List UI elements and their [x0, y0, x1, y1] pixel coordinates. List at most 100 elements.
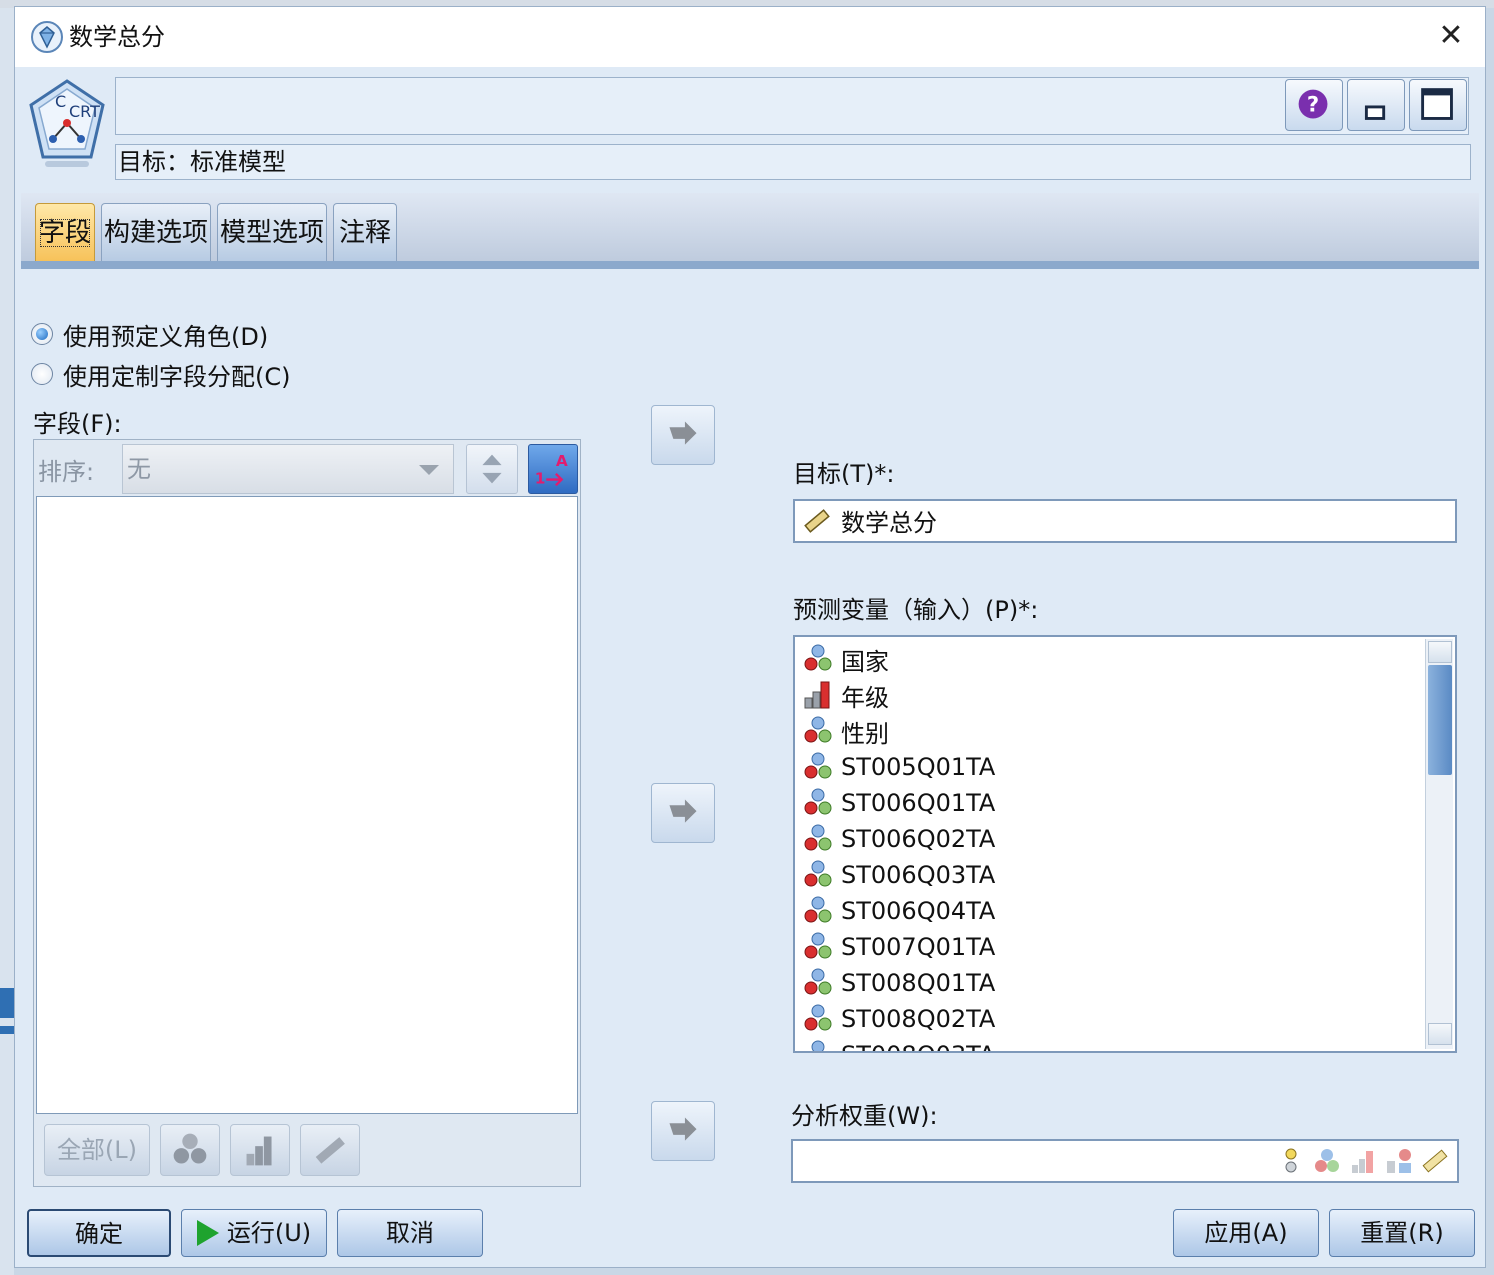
- predictor-name: 年级: [841, 683, 889, 712]
- move-arrow-icon: [669, 421, 697, 445]
- predictors-list[interactable]: 国家年级 性别 ST005Q01TA ST006Q01TA ST006Q02TA ST00…: [793, 635, 1457, 1053]
- tab-underline: [21, 261, 1479, 269]
- continuous-ruler-icon: [804, 509, 830, 533]
- radio-button[interactable]: [31, 363, 53, 385]
- nominal-icon: [173, 1133, 207, 1164]
- list-item[interactable]: ST005Q01TA: [801, 749, 995, 785]
- tab-fields[interactable]: 字段: [35, 203, 95, 261]
- svg-text:C: C: [55, 92, 66, 111]
- move-to-predictors-button[interactable]: [651, 783, 715, 843]
- tab-label: 字段: [38, 218, 91, 248]
- nominal-icon: [804, 1004, 832, 1031]
- nominal-icon: [1315, 1149, 1339, 1172]
- ordinal-icon: [1352, 1151, 1373, 1173]
- radio-label: 使用定制字段分配(C): [63, 362, 291, 391]
- sort-select[interactable]: 无: [122, 444, 454, 494]
- move-arrow-icon: [669, 1117, 697, 1141]
- up-down-arrows-icon: [482, 454, 502, 484]
- move-arrow-icon: [669, 799, 697, 823]
- list-item[interactable]: ST008Q02TA: [801, 1001, 995, 1037]
- svg-text:1: 1: [535, 469, 546, 487]
- list-item[interactable]: ST008Q03TA: [801, 1037, 995, 1051]
- fields-label: 字段(F):: [33, 410, 122, 438]
- list-item[interactable]: ST006Q01TA: [801, 785, 995, 821]
- list-item[interactable]: ST006Q04TA: [801, 893, 995, 929]
- node-name-field[interactable]: [115, 77, 1469, 135]
- predictor-name: ST006Q01TA: [841, 789, 996, 817]
- filter-all-button[interactable]: 全部(L): [44, 1124, 150, 1176]
- scroll-up-icon[interactable]: [1428, 641, 1452, 663]
- continuous-icon: [1422, 1149, 1448, 1173]
- sort-alphabetic-button[interactable]: A 1: [528, 444, 578, 494]
- desktop-edge: [0, 8, 14, 1275]
- nominal-icon: [804, 932, 832, 959]
- sort-direction-button[interactable]: [466, 444, 518, 494]
- predictor-name: ST008Q03TA: [841, 1041, 995, 1051]
- fields-list[interactable]: [36, 496, 578, 1114]
- model-target-line: 目标：标准模型: [115, 144, 1471, 180]
- tab-annotations[interactable]: 注释: [333, 203, 397, 261]
- tab-model-options[interactable]: 模型选项: [217, 203, 327, 261]
- radio-label: 使用预定义角色(D): [63, 322, 269, 351]
- ordinal-icon: [246, 1136, 272, 1166]
- diamond-app-icon: [31, 21, 63, 53]
- svg-text:A: A: [556, 452, 568, 470]
- predictor-name: ST008Q01TA: [841, 969, 996, 997]
- close-icon[interactable]: ✕: [1433, 19, 1469, 55]
- cancel-button[interactable]: 取消: [337, 1209, 483, 1257]
- weight-field-box[interactable]: [791, 1139, 1459, 1183]
- list-item[interactable]: 国家: [801, 641, 889, 677]
- nominal-icon: [804, 788, 832, 815]
- ordinal-icon: [804, 681, 830, 709]
- weight-label: 分析权重(W):: [791, 1102, 938, 1130]
- predictor-name: ST007Q01TA: [841, 933, 996, 961]
- nominal-icon: [804, 752, 832, 779]
- nominal-icon: [804, 716, 832, 743]
- sort-az-icon: A 1: [535, 452, 568, 487]
- help-button[interactable]: ?: [1285, 79, 1343, 131]
- predictor-name: ST006Q03TA: [841, 861, 996, 889]
- list-item[interactable]: ST007Q01TA: [801, 929, 995, 965]
- sort-value: 无: [127, 455, 151, 483]
- radio-button-selected[interactable]: [31, 323, 53, 345]
- move-to-weight-button[interactable]: [651, 1101, 715, 1161]
- list-item[interactable]: ST006Q02TA: [801, 821, 995, 857]
- weight-type-icons: [1275, 1145, 1451, 1177]
- run-button[interactable]: 运行(U): [181, 1209, 327, 1257]
- tab-build-options[interactable]: 构建选项: [101, 203, 211, 261]
- scrollbar[interactable]: [1425, 639, 1453, 1049]
- maximize-button[interactable]: [1409, 79, 1467, 131]
- list-item[interactable]: 年级: [801, 677, 889, 713]
- svg-text:?: ?: [1307, 92, 1319, 117]
- reset-button[interactable]: 重置(R): [1329, 1209, 1475, 1257]
- background-window-fragment: [0, 988, 14, 1018]
- list-item[interactable]: 性别: [801, 713, 889, 749]
- node-dialog: 数学总分 ✕ C CRT ? 目标：标准模型 字段 构建选项 模型选项 注释 使…: [14, 6, 1486, 1268]
- nominal-icon: [804, 644, 832, 671]
- filter-continuous-button[interactable]: [300, 1124, 360, 1176]
- radio-custom-assignments[interactable]: 使用定制字段分配(C): [31, 357, 290, 391]
- help-icon: ?: [1298, 89, 1328, 119]
- list-item[interactable]: ST008Q01TA: [801, 965, 995, 1001]
- nominal-icon: [804, 896, 832, 923]
- filter-nominal-button[interactable]: [160, 1124, 220, 1176]
- scroll-thumb[interactable]: [1428, 665, 1452, 775]
- scroll-down-icon[interactable]: [1428, 1023, 1452, 1045]
- sort-label: 排序:: [38, 458, 95, 486]
- minimize-button[interactable]: [1347, 79, 1405, 131]
- move-to-target-button[interactable]: [651, 405, 715, 465]
- fields-panel: 排序: 无 A 1 全部(L): [33, 439, 581, 1187]
- play-icon: [196, 1220, 219, 1246]
- node-icon-label: CRT: [69, 102, 100, 121]
- window-title: 数学总分: [69, 23, 165, 51]
- list-item[interactable]: ST006Q03TA: [801, 857, 995, 893]
- filter-ordinal-button[interactable]: [230, 1124, 290, 1176]
- apply-button[interactable]: 应用(A): [1173, 1209, 1319, 1257]
- radio-predefined-roles[interactable]: 使用预定义角色(D): [31, 317, 268, 351]
- predictor-name: ST006Q02TA: [841, 825, 996, 853]
- target-field-box[interactable]: 数学总分: [793, 499, 1457, 543]
- typeless-icon: [1387, 1149, 1411, 1173]
- ok-button[interactable]: 确定: [27, 1209, 171, 1257]
- predictors-label: 预测变量（输入）(P)*:: [793, 596, 1039, 624]
- continuous-icon: [315, 1137, 345, 1164]
